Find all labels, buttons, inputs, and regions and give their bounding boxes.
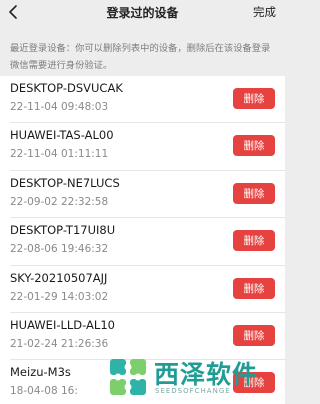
navbar: 登录过的设备 完成 [0,0,285,26]
hint-text: 最近登录设备：你可以删除列表中的设备，删除后在该设备登录微信需要进行身份验证。 [10,43,271,71]
device-row: DESKTOP-T17UI8U 22-08-06 19:46:32 删除 [0,218,285,266]
device-login-time: 22-11-04 09:48:03 [10,101,109,113]
device-name: HUAWEI-TAS-AL00 [10,128,114,143]
device-name: Meizu-M3s [10,365,71,380]
device-row: SKY-20210507AJJ 22-01-29 14:03:02 删除 [0,265,285,314]
watermark-logo: 西泽软件 SEEDSOFCHANGE [108,355,278,402]
device-row: HUAWEI-TAS-AL00 22-11-04 01:11:11 删除 [0,123,285,172]
device-login-time: 21-02-24 21:26:36 [10,337,109,350]
device-name: HUAWEI-LLD-AL10 [10,317,115,332]
page-title: 登录过的设备 [106,6,179,20]
device-name: DESKTOP-DSVUCAK [10,81,123,95]
device-name: SKY-20210507AJJ [10,270,108,285]
device-row: DESKTOP-DSVUCAK 22-11-04 09:48:03 删除 [0,76,285,124]
puzzle-logo-icon [108,357,148,397]
delete-button[interactable]: 删除 [233,88,275,109]
screen: 登录过的设备 完成 最近登录设备：你可以删除列表中的设备，删除后在该设备登录微信… [0,0,285,404]
device-login-time: 18-04-08 16: [10,385,78,398]
device-name: DESKTOP-T17UI8U [10,223,116,238]
delete-button[interactable]: 删除 [233,182,275,204]
device-row: DESKTOP-NE7LUCS 22-09-02 22:32:58 删除 [0,170,285,219]
device-row: HUAWEI-LLD-AL10 21-02-24 21:26:36 删除 [0,312,285,361]
device-login-time: 22-09-02 22:32:58 [10,195,109,208]
delete-button[interactable]: 删除 [233,324,275,346]
delete-button[interactable]: 删除 [233,230,275,252]
watermark-brand: 西泽软件 [154,360,259,389]
device-login-time: 22-01-29 14:03:02 [10,290,109,303]
device-login-time: 22-08-06 19:46:32 [10,243,109,256]
watermark-tagline: SEEDSOFCHANGE [155,387,231,395]
done-button[interactable]: 完成 [253,4,276,20]
device-login-time: 22-11-04 01:11:11 [10,148,109,161]
device-name: DESKTOP-NE7LUCS [10,175,120,190]
delete-button[interactable]: 删除 [233,135,275,157]
delete-button[interactable]: 删除 [233,277,275,299]
